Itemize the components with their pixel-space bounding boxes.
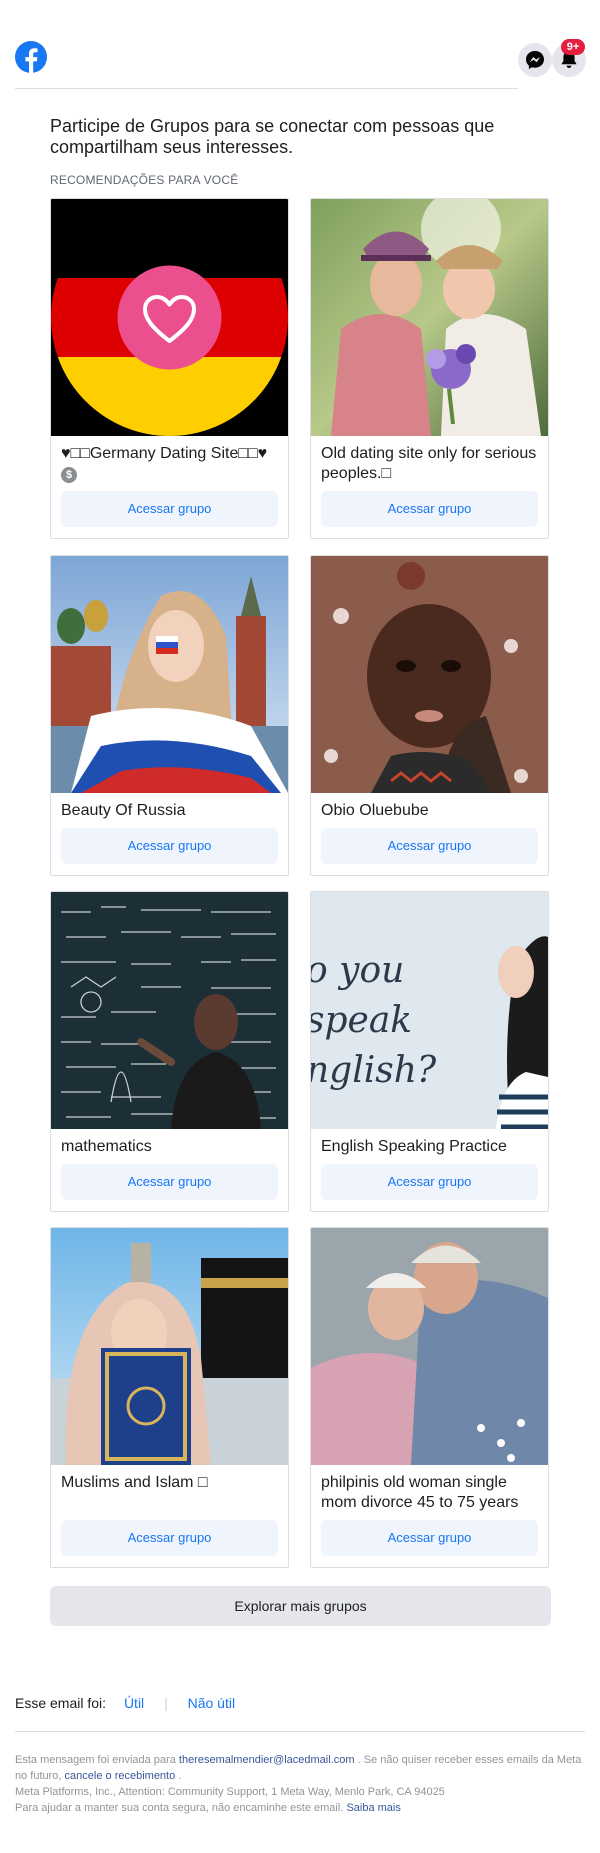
group-image-philpinis[interactable] (311, 1228, 548, 1465)
group-card-mathematics[interactable]: mathematics Acessar grupo (50, 891, 289, 1212)
group-image-english[interactable]: o you speak nglish? (311, 892, 548, 1129)
explore-more-groups-button[interactable]: Explorar mais grupos (50, 1586, 551, 1626)
unsubscribe-link[interactable]: cancele o recebimento (65, 1770, 176, 1782)
useful-link[interactable]: Útil (124, 1695, 144, 1711)
intro-text: Participe de Grupos para se conectar com… (50, 116, 495, 157)
access-group-button[interactable]: Acessar grupo (321, 1164, 538, 1200)
access-group-button[interactable]: Acessar grupo (321, 828, 538, 864)
header: 9+ (15, 39, 586, 90)
footer-address: Meta Platforms, Inc., Attention: Communi… (15, 1786, 445, 1798)
notification-badge: 9+ (561, 39, 585, 55)
access-group-button[interactable]: Acessar grupo (321, 491, 538, 527)
feedback-prompt: Esse email foi: (15, 1695, 107, 1711)
feedback-separator: | (164, 1695, 168, 1711)
group-card-philpinis[interactable]: philpinis old woman single mom divorce 4… (310, 1227, 549, 1568)
facebook-logo-icon[interactable] (15, 41, 47, 73)
section-label: RECOMENDAÇÕES PARA VOCÊ (50, 173, 239, 187)
group-card-muslims[interactable]: Muslims and Islam □ Acessar grupo (50, 1227, 289, 1568)
messenger-button[interactable] (518, 43, 552, 77)
group-title[interactable]: philpinis old woman single mom divorce 4… (321, 1473, 539, 1513)
access-group-button[interactable]: Acessar grupo (61, 1164, 278, 1200)
money-icon: $ (61, 467, 77, 483)
group-card-obio[interactable]: Obio Oluebube Acessar grupo (310, 555, 549, 876)
footer-divider (15, 1731, 585, 1732)
feedback-row: Esse email foi: Útil | Não útil (15, 1695, 235, 1711)
group-image-muslims[interactable] (51, 1228, 288, 1465)
group-image-russia[interactable] (51, 556, 288, 793)
access-group-button[interactable]: Acessar grupo (61, 491, 278, 527)
group-card-old-dating[interactable]: Old dating site only for serious peoples… (310, 198, 549, 539)
svg-text:o you: o you (311, 950, 404, 991)
header-divider (15, 88, 518, 89)
email-page: 9+ Participe de Grupos para se conectar … (0, 0, 600, 1853)
group-image-germany[interactable] (51, 199, 288, 436)
group-title[interactable]: mathematics (61, 1137, 279, 1157)
footer-period: . (178, 1770, 182, 1782)
group-image-mathematics[interactable] (51, 892, 288, 1129)
learn-more-link[interactable]: Saiba mais (346, 1802, 400, 1814)
group-title[interactable]: Obio Oluebube (321, 801, 539, 821)
group-title[interactable]: Beauty Of Russia (61, 801, 279, 821)
group-title[interactable]: English Speaking Practice (321, 1137, 539, 1157)
access-group-button[interactable]: Acessar grupo (61, 1520, 278, 1556)
not-useful-link[interactable]: Não útil (188, 1695, 235, 1711)
footer-safety-text: Para ajudar a manter sua conta segura, n… (15, 1802, 344, 1814)
svg-text:nglish?: nglish? (311, 1050, 437, 1091)
group-title[interactable]: Muslims and Islam □ (61, 1473, 279, 1493)
recipient-email-link[interactable]: theresemalmendier@lacedmail.com (179, 1754, 355, 1766)
access-group-button[interactable]: Acessar grupo (61, 828, 278, 864)
footer: Esta mensagem foi enviada para theresema… (15, 1752, 590, 1816)
access-group-button[interactable]: Acessar grupo (321, 1520, 538, 1556)
group-card-germany[interactable]: ♥□□Germany Dating Site□□♥ $ Acessar grup… (50, 198, 289, 539)
footer-sent-to-text: Esta mensagem foi enviada para (15, 1754, 176, 1766)
messenger-icon (526, 51, 544, 69)
group-image-obio[interactable] (311, 556, 548, 793)
group-title[interactable]: ♥□□Germany Dating Site□□♥ $ (61, 444, 279, 484)
group-title[interactable]: Old dating site only for serious peoples… (321, 444, 539, 484)
group-card-english[interactable]: o you speak nglish? English Speaking Pra… (310, 891, 549, 1212)
group-image-old-dating[interactable] (311, 199, 548, 436)
svg-text:speak: speak (311, 1000, 412, 1041)
group-card-russia[interactable]: Beauty Of Russia Acessar grupo (50, 555, 289, 876)
